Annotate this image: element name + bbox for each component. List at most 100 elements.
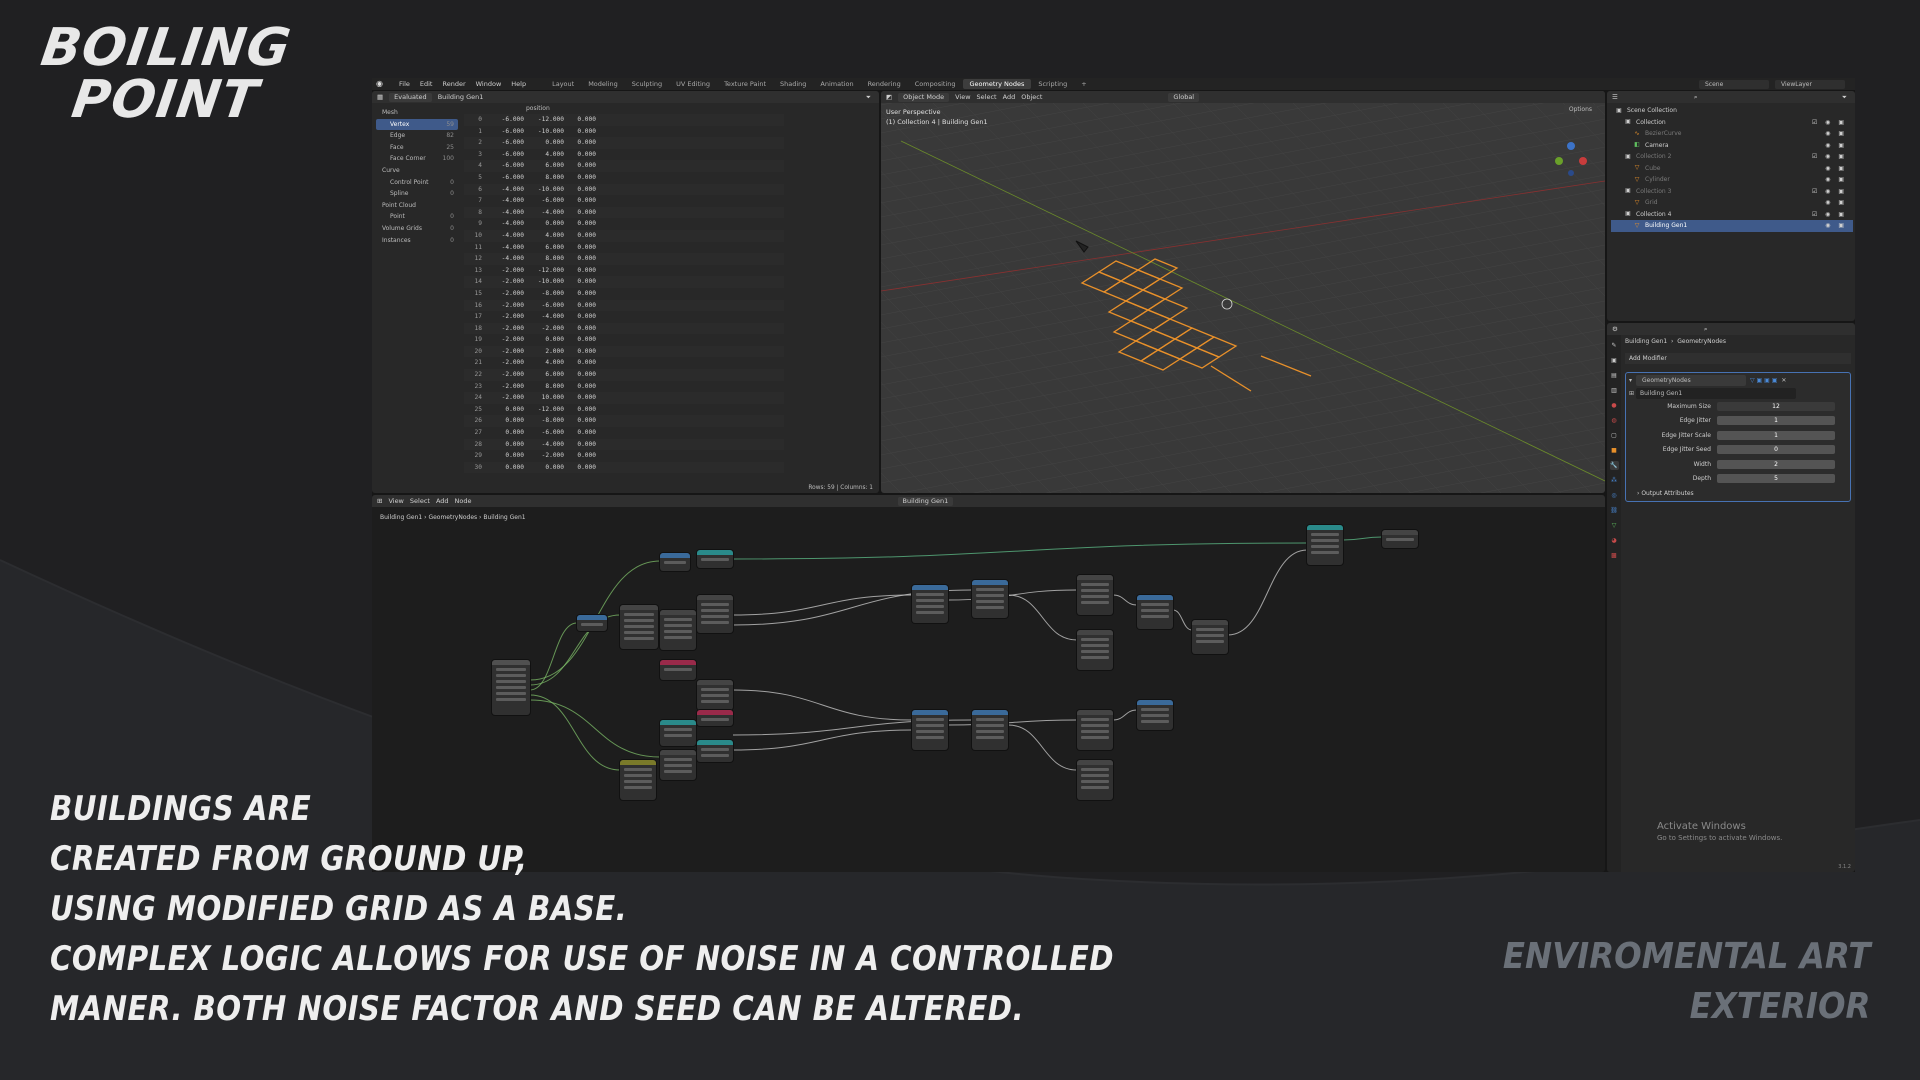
menu-view[interactable]: View: [955, 93, 970, 101]
filter-icon[interactable]: ⏷: [1842, 93, 1847, 102]
constraints-tab-icon[interactable]: ⛓: [1610, 506, 1619, 515]
geometry-node[interactable]: [972, 710, 1008, 750]
geometry-node[interactable]: [912, 585, 948, 623]
menu-edit[interactable]: Edit: [415, 80, 438, 88]
object-mode-dropdown[interactable]: Object Mode: [898, 92, 950, 102]
node-header[interactable]: [660, 610, 696, 615]
tab-texture-paint[interactable]: Texture Paint: [717, 79, 773, 89]
tab-geometry-nodes[interactable]: Geometry Nodes: [962, 79, 1032, 89]
geometry-node[interactable]: [697, 595, 733, 633]
node-header[interactable]: [620, 760, 656, 765]
object-tab-icon[interactable]: ■: [1610, 446, 1619, 455]
column-header-position[interactable]: position: [464, 103, 784, 114]
domain-item[interactable]: Instances 0: [376, 235, 458, 247]
tab-compositing[interactable]: Compositing: [908, 79, 963, 89]
geometry-node[interactable]: [697, 550, 733, 568]
domain-item[interactable]: Curve: [376, 165, 458, 177]
menu-help[interactable]: Help: [506, 80, 531, 88]
outliner-type-icon[interactable]: ☰: [1612, 93, 1618, 101]
collection-tab-icon[interactable]: ▢: [1610, 431, 1619, 440]
menu-object[interactable]: Object: [1021, 93, 1042, 101]
domain-item[interactable]: Control Point 0: [376, 177, 458, 189]
remove-modifier-icon[interactable]: ✕: [1781, 375, 1786, 386]
add-workspace-button[interactable]: +: [1074, 79, 1093, 89]
visibility-toggle-icon[interactable]: ◉ ▣: [1825, 140, 1847, 152]
tab-rendering[interactable]: Rendering: [861, 79, 908, 89]
geometry-node[interactable]: [697, 680, 733, 710]
node-header[interactable]: [972, 580, 1008, 585]
geometry-node[interactable]: [697, 710, 733, 726]
domain-item[interactable]: Vertex 59: [376, 118, 458, 131]
menu-window[interactable]: Window: [471, 80, 507, 88]
scene-selector[interactable]: Scene: [1699, 79, 1769, 89]
visibility-toggle-icon[interactable]: ◉ ▣: [1825, 128, 1847, 140]
node-group-field[interactable]: Building Gen1: [1635, 388, 1796, 399]
visibility-toggle-icon[interactable]: ☑ ◉ ▣: [1812, 117, 1847, 129]
outliner-item[interactable]: ▽ Cylinder ◉ ▣: [1611, 174, 1853, 186]
3d-viewport[interactable]: ◩ Object Mode View Select Add Object Glo…: [881, 91, 1605, 493]
node-header[interactable]: [1192, 620, 1228, 625]
tab-scripting[interactable]: Scripting: [1031, 79, 1074, 89]
geometry-node[interactable]: [1077, 710, 1113, 750]
menu-add[interactable]: Add: [1003, 93, 1016, 101]
view-layer-tab-icon[interactable]: ▥: [1610, 386, 1619, 395]
modifier-name-field[interactable]: GeometryNodes: [1636, 375, 1747, 386]
outliner-item[interactable]: ◧ Camera ◉ ▣: [1611, 140, 1853, 152]
menu-render[interactable]: Render: [437, 80, 470, 88]
orientation-dropdown[interactable]: Global: [1168, 92, 1200, 102]
node-header[interactable]: [912, 710, 948, 715]
domain-item[interactable]: Point Cloud: [376, 200, 458, 212]
input-value-field[interactable]: 12: [1717, 401, 1835, 411]
node-header[interactable]: [912, 585, 948, 590]
geometry-node[interactable]: [577, 615, 607, 631]
outliner-item[interactable]: ▣ Collection 3 ☑ ◉ ▣: [1611, 186, 1853, 198]
visibility-toggle-icon[interactable]: ☑ ◉ ▣: [1812, 151, 1847, 163]
geometry-node[interactable]: [660, 720, 696, 746]
geometry-node[interactable]: [1192, 620, 1228, 654]
input-value-field[interactable]: 5: [1717, 474, 1835, 484]
node-header[interactable]: [1137, 595, 1173, 600]
domain-item[interactable]: Face 25: [376, 142, 458, 154]
outliner-item[interactable]: ▽ Cube ◉ ▣: [1611, 163, 1853, 175]
output-attributes-toggle[interactable]: › Output Attributes: [1629, 490, 1847, 497]
node-header[interactable]: [660, 553, 690, 558]
node-header[interactable]: [972, 710, 1008, 715]
material-tab-icon[interactable]: ◕: [1610, 536, 1619, 545]
tab-modeling[interactable]: Modeling: [581, 79, 625, 89]
node-header[interactable]: [697, 740, 733, 745]
view-layer-selector[interactable]: ViewLayer: [1775, 79, 1845, 89]
node-header[interactable]: [1137, 700, 1173, 705]
input-value-field[interactable]: 2: [1717, 459, 1835, 469]
data-tab-icon[interactable]: ▽: [1610, 521, 1619, 530]
tab-animation[interactable]: Animation: [813, 79, 860, 89]
geometry-node[interactable]: [660, 553, 690, 571]
world-tab-icon[interactable]: ◍: [1610, 416, 1619, 425]
node-header[interactable]: [1077, 575, 1113, 580]
node-header[interactable]: [1382, 530, 1418, 535]
node-header[interactable]: [660, 720, 696, 725]
outliner-item[interactable]: ▣ Collection 2 ☑ ◉ ▣: [1611, 151, 1853, 163]
visibility-toggle-icon[interactable]: ☑ ◉ ▣: [1812, 186, 1847, 198]
search-icon[interactable]: ⌕: [1694, 93, 1698, 102]
node-header[interactable]: [697, 595, 733, 600]
node-header[interactable]: [660, 750, 696, 755]
outliner-item[interactable]: ▣ Collection 4 ☑ ◉ ▣: [1611, 209, 1853, 221]
tab-shading[interactable]: Shading: [773, 79, 813, 89]
node-header[interactable]: [697, 550, 733, 555]
geometry-node[interactable]: [660, 750, 696, 780]
node-header[interactable]: [492, 660, 530, 665]
geometry-node[interactable]: [1307, 525, 1343, 565]
tab-uv-editing[interactable]: UV Editing: [669, 79, 717, 89]
geometry-node[interactable]: [972, 580, 1008, 618]
geometry-node[interactable]: [697, 740, 733, 762]
collapse-chevron-icon[interactable]: ▾: [1629, 375, 1632, 386]
editor-type-icon[interactable]: ▦: [377, 93, 383, 101]
domain-item[interactable]: Edge 82: [376, 130, 458, 142]
render-tab-icon[interactable]: ▣: [1610, 356, 1619, 365]
node-tree-icon[interactable]: ⊞: [1629, 390, 1634, 397]
input-value-field[interactable]: 1: [1717, 416, 1835, 426]
outliner-item[interactable]: ▽ Building Gen1 ◉ ▣: [1611, 220, 1853, 232]
geometry-node[interactable]: [492, 660, 530, 715]
geometry-node[interactable]: [660, 610, 696, 650]
domain-item[interactable]: Spline 0: [376, 188, 458, 200]
